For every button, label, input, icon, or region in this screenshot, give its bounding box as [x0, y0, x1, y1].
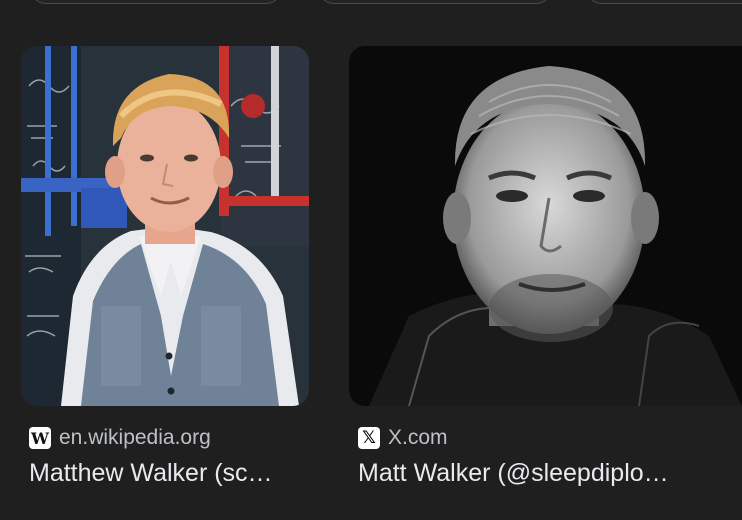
result-title[interactable]: Matthew Walker (sc… [29, 458, 319, 488]
result-thumbnail-image[interactable] [21, 46, 309, 406]
source-domain: en.wikipedia.org [59, 426, 211, 449]
portrait-photo [349, 46, 742, 406]
filter-chip[interactable] [318, 0, 552, 4]
result-title[interactable]: Matt Walker (@sleepdiplo… [358, 458, 738, 488]
portrait-photo [21, 46, 309, 406]
image-results-page: W en.wikipedia.org Matthew Walker (sc… 𝕏… [0, 0, 742, 520]
filter-chip[interactable] [30, 0, 282, 4]
wikipedia-icon: W [29, 427, 51, 449]
result-source[interactable]: 𝕏 X.com [358, 426, 448, 450]
result-thumbnail-image[interactable] [349, 46, 742, 406]
result-source[interactable]: W en.wikipedia.org [29, 426, 211, 450]
filter-chip[interactable] [586, 0, 742, 4]
source-domain: X.com [388, 426, 448, 449]
x-icon: 𝕏 [358, 427, 380, 449]
